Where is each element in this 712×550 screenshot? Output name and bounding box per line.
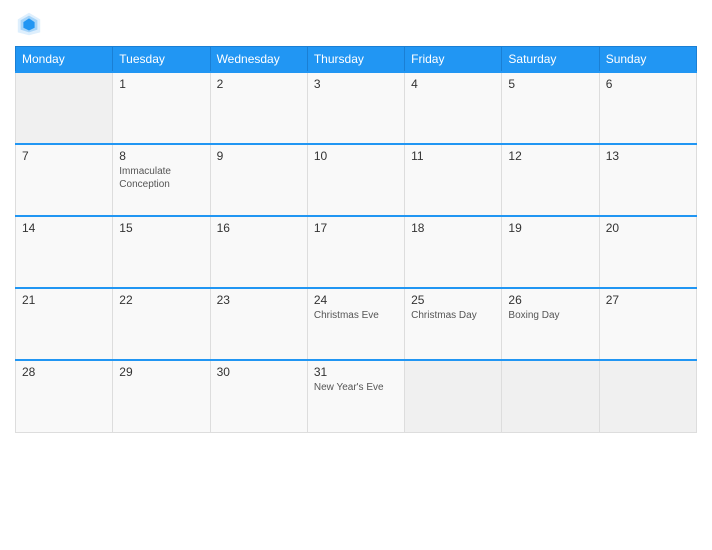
calendar-cell (16, 72, 113, 144)
day-number: 29 (119, 365, 203, 379)
holiday-label: Christmas Eve (314, 309, 398, 322)
calendar-cell: 30 (210, 360, 307, 432)
calendar-cell: 6 (599, 72, 696, 144)
day-number: 12 (508, 149, 592, 163)
day-number: 20 (606, 221, 690, 235)
calendar-cell: 7 (16, 144, 113, 216)
day-number: 30 (217, 365, 301, 379)
calendar-cell: 21 (16, 288, 113, 360)
holiday-label: Immaculate Conception (119, 165, 203, 191)
holiday-label: Christmas Day (411, 309, 495, 322)
calendar-cell: 11 (405, 144, 502, 216)
calendar-cell: 4 (405, 72, 502, 144)
day-number: 23 (217, 293, 301, 307)
calendar-cell: 15 (113, 216, 210, 288)
calendar-cell: 24 Christmas Eve (307, 288, 404, 360)
header (15, 10, 697, 38)
calendar-cell: 5 (502, 72, 599, 144)
day-number: 11 (411, 149, 495, 163)
calendar-cell: 3 (307, 72, 404, 144)
calendar-cell: 26 Boxing Day (502, 288, 599, 360)
day-number: 17 (314, 221, 398, 235)
weekday-header-sunday: Sunday (599, 47, 696, 73)
week-row-1: 78 Immaculate Conception 9 10 11 12 13 (16, 144, 697, 216)
day-number: 21 (22, 293, 106, 307)
day-number: 16 (217, 221, 301, 235)
day-number: 13 (606, 149, 690, 163)
calendar-cell (405, 360, 502, 432)
day-number: 18 (411, 221, 495, 235)
calendar-cell: 31 New Year's Eve (307, 360, 404, 432)
day-number: 24 (314, 293, 398, 307)
calendar-cell: 16 (210, 216, 307, 288)
calendar-cell: 19 (502, 216, 599, 288)
calendar-cell: 20 (599, 216, 696, 288)
calendar-cell: 28 (16, 360, 113, 432)
calendar-header: MondayTuesdayWednesdayThursdayFridaySatu… (16, 47, 697, 73)
week-row-3: 21 22 23 24 Christmas Eve 25 Christmas Day 26 Bo… (16, 288, 697, 360)
holiday-label: New Year's Eve (314, 381, 398, 394)
calendar-body: 12345678Immaculate Conception91011121314… (16, 72, 697, 432)
calendar-cell: 1 (113, 72, 210, 144)
day-number: 9 (217, 149, 301, 163)
day-number: 25 (411, 293, 495, 307)
calendar-cell: 29 (113, 360, 210, 432)
week-row-0: 123456 (16, 72, 697, 144)
calendar-cell: 23 (210, 288, 307, 360)
logo-icon (15, 10, 43, 38)
calendar-cell: 12 (502, 144, 599, 216)
holiday-label: Boxing Day (508, 309, 592, 322)
calendar-cell: 2 (210, 72, 307, 144)
day-number: 14 (22, 221, 106, 235)
day-number: 1 (119, 77, 203, 91)
calendar-table: MondayTuesdayWednesdayThursdayFridaySatu… (15, 46, 697, 433)
weekday-header-tuesday: Tuesday (113, 47, 210, 73)
day-number: 6 (606, 77, 690, 91)
day-number: 7 (22, 149, 106, 163)
weekday-header-row: MondayTuesdayWednesdayThursdayFridaySatu… (16, 47, 697, 73)
day-number: 4 (411, 77, 495, 91)
weekday-header-saturday: Saturday (502, 47, 599, 73)
day-number: 26 (508, 293, 592, 307)
calendar-cell: 8 Immaculate Conception (113, 144, 210, 216)
day-number: 27 (606, 293, 690, 307)
day-number: 10 (314, 149, 398, 163)
calendar-cell: 18 (405, 216, 502, 288)
calendar-cell (599, 360, 696, 432)
day-number: 31 (314, 365, 398, 379)
day-number: 3 (314, 77, 398, 91)
week-row-4: 28 29 30 31 New Year's Eve (16, 360, 697, 432)
calendar-cell: 14 (16, 216, 113, 288)
weekday-header-wednesday: Wednesday (210, 47, 307, 73)
day-number: 5 (508, 77, 592, 91)
calendar-cell (502, 360, 599, 432)
calendar-cell: 9 (210, 144, 307, 216)
day-number: 15 (119, 221, 203, 235)
logo (15, 10, 45, 38)
weekday-header-friday: Friday (405, 47, 502, 73)
weekday-header-monday: Monday (16, 47, 113, 73)
calendar-cell: 22 (113, 288, 210, 360)
week-row-2: 14 15 16 17 18 19 20 (16, 216, 697, 288)
calendar-cell: 25 Christmas Day (405, 288, 502, 360)
calendar-cell: 10 (307, 144, 404, 216)
calendar-container: MondayTuesdayWednesdayThursdayFridaySatu… (0, 0, 712, 550)
day-number: 8 (119, 149, 203, 163)
calendar-cell: 13 (599, 144, 696, 216)
day-number: 22 (119, 293, 203, 307)
day-number: 2 (217, 77, 301, 91)
calendar-cell: 17 (307, 216, 404, 288)
day-number: 19 (508, 221, 592, 235)
calendar-cell: 27 (599, 288, 696, 360)
day-number: 28 (22, 365, 106, 379)
weekday-header-thursday: Thursday (307, 47, 404, 73)
